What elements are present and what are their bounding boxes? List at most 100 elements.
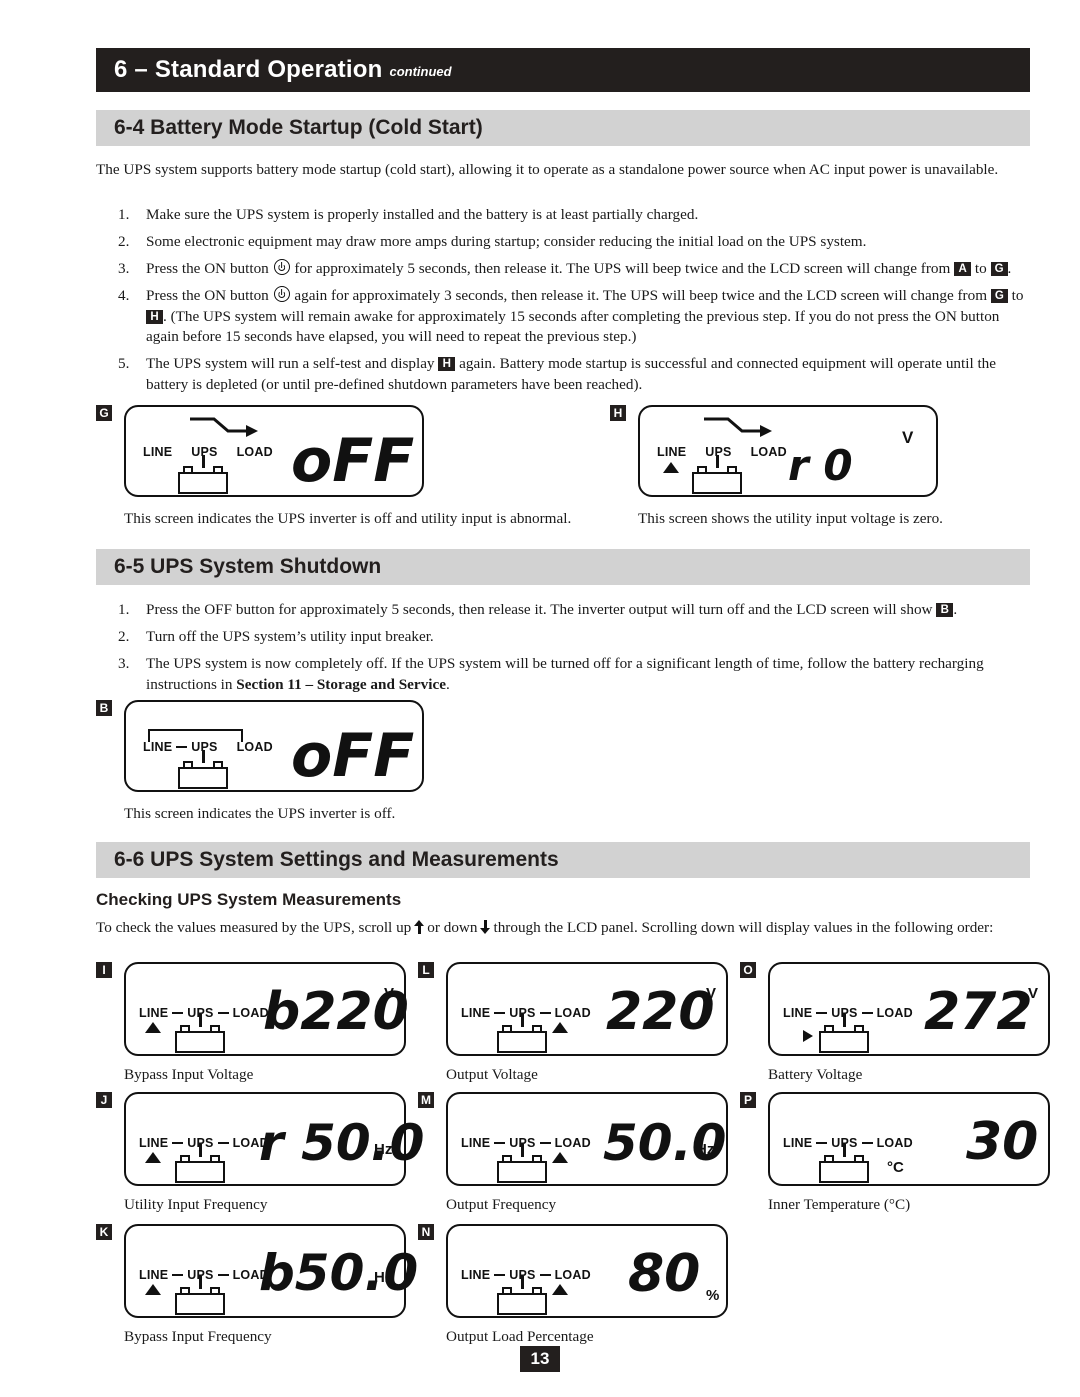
figure-caption-o: Battery Voltage: [768, 1066, 863, 1083]
battery-icon-b: [178, 750, 228, 789]
list-text: Turn off the UPS system’s utility input …: [146, 628, 434, 645]
label-line: LINE: [461, 1006, 491, 1020]
link-dash: [861, 1141, 873, 1145]
lcd-screen-l: LINE UPS LOAD 220 V: [446, 962, 728, 1056]
label-load: LOAD: [554, 1006, 591, 1020]
lcd-flow-labels-i: LINE UPS LOAD: [139, 1006, 269, 1020]
label-load: LOAD: [236, 445, 273, 459]
screen-ref-badge-h: H: [438, 357, 456, 371]
scroll-up-icon: [413, 920, 425, 935]
figure-caption-m: Output Frequency: [446, 1196, 557, 1213]
chapter-continued-label: continued: [389, 63, 452, 79]
lcd-value-n: 80: [628, 1244, 701, 1304]
lcd-flow-labels-g: LINE UPS LOAD: [143, 445, 273, 459]
intro-text-pre: To check the values measured by the UPS,…: [96, 919, 412, 936]
step-text-pre: Press the OFF button for approximately 5…: [146, 601, 933, 618]
lcd-screen-h: LINE UPS LOAD r 0 V: [638, 405, 938, 497]
page-number: 13: [520, 1346, 560, 1372]
scroll-down-icon: [479, 920, 491, 935]
figure-key-n: N: [418, 1224, 434, 1240]
lcd-flow-labels-n: LINE UPS LOAD: [461, 1268, 591, 1282]
label-load: LOAD: [876, 1006, 913, 1020]
lcd-screen-o: LINE UPS LOAD 272 V: [768, 962, 1050, 1056]
label-line: LINE: [139, 1268, 169, 1282]
lcd-screen-n: LINE UPS LOAD 80 %: [446, 1224, 728, 1318]
manual-page: 6 – Standard Operation continued 6-4 Bat…: [0, 0, 1080, 1397]
step-text-end: .: [1007, 260, 1012, 277]
lcd-screen-m: LINE UPS LOAD 50.0 Hz: [446, 1092, 728, 1186]
chapter-header-bar: 6 – Standard Operation continued: [96, 48, 1030, 92]
figure-key-i: I: [96, 962, 112, 978]
screen-ref-badge-a: A: [954, 262, 972, 276]
load-active-triangle-icon: [552, 1022, 568, 1033]
step-text-mid: to: [974, 260, 987, 277]
section-heading-6-4: 6-4 Battery Mode Startup (Cold Start): [96, 110, 1030, 146]
lcd-flow-labels-l: LINE UPS LOAD: [461, 1006, 591, 1020]
step-text-post: .: [953, 601, 958, 618]
load-active-triangle-icon: [552, 1284, 568, 1295]
link-dash: [176, 745, 188, 749]
section-6-4-intro: The UPS system supports battery mode sta…: [96, 161, 999, 178]
label-load: LOAD: [236, 740, 273, 754]
figure-key-p: P: [740, 1092, 756, 1108]
step-text-pre: Press the ON button: [146, 287, 269, 304]
link-dash: [217, 1273, 229, 1277]
lcd-flow-labels-p: LINE UPS LOAD: [783, 1136, 913, 1150]
figure-caption-l: Output Voltage: [446, 1066, 538, 1083]
link-dash: [494, 1273, 506, 1277]
lcd-flow-labels-k: LINE UPS LOAD: [139, 1268, 269, 1282]
section-heading-6-5: 6-5 UPS System Shutdown: [96, 549, 1030, 585]
list-number: 5.: [118, 355, 130, 372]
label-line: LINE: [783, 1136, 813, 1150]
link-dash: [861, 1011, 873, 1015]
lcd-flow-labels-o: LINE UPS LOAD: [783, 1006, 913, 1020]
figure-caption-j: Utility Input Frequency: [124, 1196, 268, 1213]
lcd-flow-labels-m: LINE UPS LOAD: [461, 1136, 591, 1150]
load-active-triangle-icon: [552, 1152, 568, 1163]
link-dash: [816, 1011, 828, 1015]
figure-caption-n: Output Load Percentage: [446, 1328, 594, 1345]
battery-icon-g: [178, 455, 228, 494]
link-dash: [816, 1141, 828, 1145]
power-on-button-icon: [273, 259, 290, 275]
list-item: 2. Some electronic equipment may draw mo…: [118, 232, 1030, 253]
link-dash: [172, 1011, 184, 1015]
section-heading-6-6: 6-6 UPS System Settings and Measurements: [96, 842, 1030, 878]
figure-b: B LINE UPS LOAD oFF This screen indicates …: [96, 700, 536, 825]
figure-caption-g: This screen indicates the UPS inverter i…: [124, 510, 572, 527]
screen-ref-badge-g: G: [990, 262, 1008, 276]
line-active-triangle-icon: [145, 1022, 161, 1033]
lcd-flow-labels-j: LINE UPS LOAD: [139, 1136, 269, 1150]
link-dash: [172, 1141, 184, 1145]
label-line: LINE: [783, 1006, 813, 1020]
label-line: LINE: [139, 1136, 169, 1150]
step-text-mid: to: [1011, 287, 1024, 304]
cross-reference-section-11[interactable]: Section 11 – Storage and Service: [236, 676, 446, 693]
link-dash: [539, 1141, 551, 1145]
list-number: 3.: [118, 655, 130, 672]
line-active-triangle-icon: [663, 462, 679, 473]
lcd-value-h: r 0: [788, 441, 853, 490]
battery-icon-j: [175, 1144, 225, 1183]
link-dash: [217, 1011, 229, 1015]
figure-key-j: J: [96, 1092, 112, 1108]
link-dash: [494, 1011, 506, 1015]
link-dash: [539, 1273, 551, 1277]
battery-icon-i: [175, 1014, 225, 1053]
list-item: 4. Press the ON button again for approxi…: [118, 286, 1030, 348]
list-number: 4.: [118, 287, 130, 304]
figure-g: G LINE UPS LOAD oFF This screen indicates …: [96, 405, 571, 530]
link-dash: [172, 1273, 184, 1277]
lcd-screen-j: LINE UPS LOAD r 50.0 Hz: [124, 1092, 424, 1186]
step-text-post: for approximately 5 seconds, then releas…: [294, 260, 951, 277]
battery-icon-o: [819, 1014, 869, 1053]
abnormal-input-arrow-icon: [704, 417, 772, 437]
label-line: LINE: [657, 445, 687, 459]
battery-icon-p: [819, 1144, 869, 1183]
lcd-unit-i: V: [384, 985, 395, 1002]
list-number: 2.: [118, 628, 130, 645]
label-line: LINE: [139, 1006, 169, 1020]
link-dash: [494, 1141, 506, 1145]
label-load: LOAD: [876, 1136, 913, 1150]
step-text-pre: Press the ON button: [146, 260, 269, 277]
